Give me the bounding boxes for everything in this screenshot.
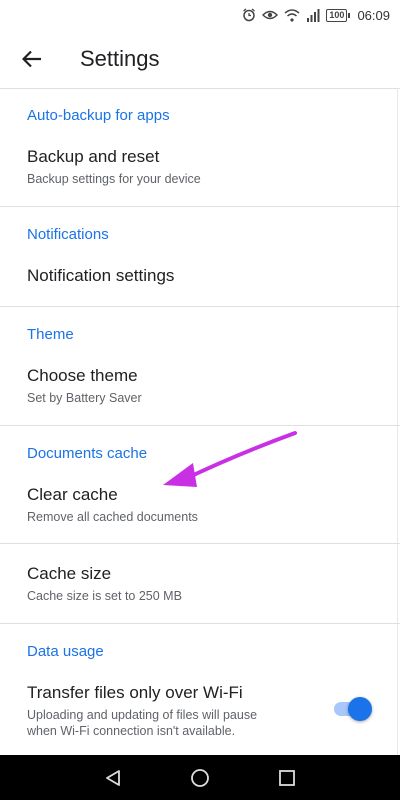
- battery-indicator: 100: [326, 8, 351, 22]
- app-bar: Settings: [0, 30, 400, 88]
- wifi-icon: [284, 8, 300, 22]
- page-title: Settings: [80, 46, 160, 71]
- section-header-notifications: Notifications: [27, 226, 109, 243]
- setting-title: Clear cache: [27, 485, 118, 504]
- section-header-data-usage: Data usage: [27, 643, 104, 660]
- signal-icon: [307, 8, 320, 22]
- section-divider: [0, 206, 400, 207]
- back-triangle-icon[interactable]: [104, 769, 122, 787]
- alarm-icon: [243, 8, 256, 22]
- annotation-arrow-icon: [163, 431, 297, 487]
- toggle-thumb: [348, 697, 372, 721]
- setting-title: Notification settings: [27, 266, 175, 285]
- app-bar-divider: [0, 88, 400, 89]
- setting-title: Backup and reset: [27, 147, 160, 166]
- setting-title: Choose theme: [27, 366, 138, 385]
- arrow-back-icon: [22, 50, 41, 68]
- setting-subtitle-line-1: Uploading and updating of files will pau…: [27, 708, 258, 722]
- section-header-theme: Theme: [27, 326, 74, 343]
- section-header-auto-backup: Auto-backup for apps: [27, 107, 170, 124]
- status-time: 06:09: [357, 7, 390, 23]
- system-nav-bar: [0, 755, 400, 800]
- scroll-edge: [397, 88, 398, 755]
- status-bar: 100 06:09: [0, 0, 400, 30]
- eye-icon: [262, 10, 279, 20]
- setting-title: Cache size: [27, 564, 112, 583]
- setting-subtitle-line-2: when Wi-Fi connection isn't available.: [27, 724, 236, 738]
- setting-subtitle: Remove all cached documents: [27, 510, 198, 524]
- setting-subtitle: Backup settings for your device: [27, 172, 201, 186]
- setting-subtitle: Set by Battery Saver: [27, 391, 142, 405]
- home-circle-icon[interactable]: [190, 768, 210, 788]
- section-divider: [0, 306, 400, 307]
- setting-title: Transfer files only over Wi-Fi: [27, 683, 243, 702]
- back-button[interactable]: [4, 30, 60, 88]
- recents-square-icon[interactable]: [278, 769, 296, 787]
- setting-subtitle: Cache size is set to 250 MB: [27, 589, 182, 603]
- section-divider: [0, 623, 400, 624]
- wifi-only-toggle[interactable]: [334, 697, 372, 721]
- item-divider: [0, 543, 400, 544]
- section-header-documents-cache: Documents cache: [27, 445, 148, 462]
